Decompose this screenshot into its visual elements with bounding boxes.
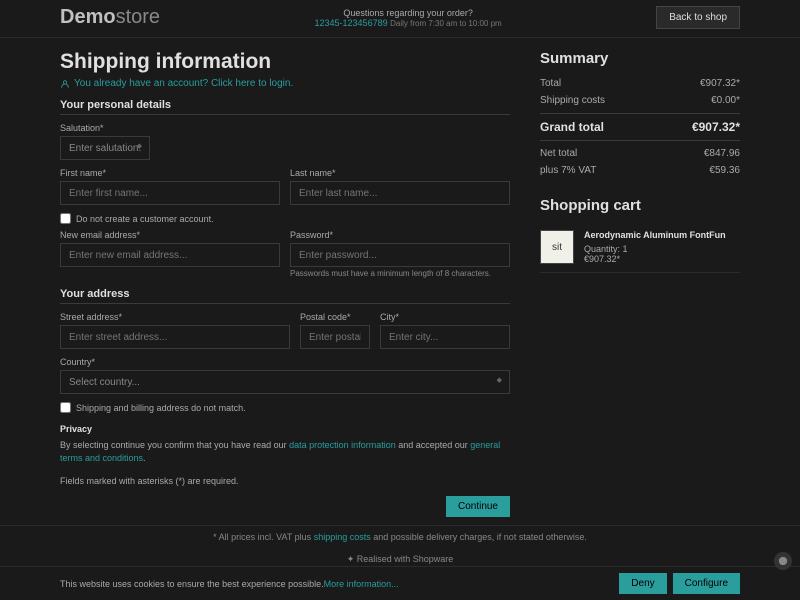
password-hint: Passwords must have a minimum length of … [290, 269, 510, 278]
logo[interactable]: Demostore [60, 6, 160, 29]
privacy-text: Privacy By selecting continue you confir… [60, 423, 510, 466]
cart-item-image: sit [540, 230, 574, 264]
country-label: Country* [60, 357, 510, 367]
country-select[interactable]: Select country... [60, 370, 510, 394]
lastname-input[interactable] [290, 181, 510, 205]
street-label: Street address* [60, 312, 290, 322]
summary-title: Summary [540, 50, 740, 67]
password-label: Password* [290, 230, 510, 240]
firstname-label: First name* [60, 168, 280, 178]
cookie-deny-button[interactable]: Deny [619, 573, 666, 594]
chat-icon [778, 556, 788, 566]
lastname-label: Last name* [290, 168, 510, 178]
continue-button[interactable]: Continue [446, 496, 510, 517]
footer-prices: * All prices incl. VAT plus shipping cos… [0, 525, 800, 548]
data-protection-link[interactable]: data protection information [289, 440, 396, 450]
help-badge[interactable] [774, 552, 792, 570]
summary-vat: plus 7% VAT€59.36 [540, 162, 740, 179]
salutation-select[interactable]: Enter salutation... [60, 136, 150, 160]
user-icon [60, 79, 70, 89]
required-note: Fields marked with asterisks (*) are req… [60, 476, 510, 486]
cart-item-name: Aerodynamic Aluminum FontFun [584, 230, 726, 240]
postal-input[interactable] [300, 325, 370, 349]
postal-label: Postal code* [300, 312, 370, 322]
password-input[interactable] [290, 243, 510, 267]
cookie-more-link[interactable]: More information... [324, 579, 399, 589]
email-label: New email address* [60, 230, 280, 240]
back-to-shop-button[interactable]: Back to shop [656, 6, 740, 29]
page-title: Shipping information [60, 50, 510, 74]
diff-address-checkbox[interactable]: Shipping and billing address do not matc… [60, 402, 510, 413]
cart-item-price: €907.32* [584, 254, 726, 264]
city-label: City* [380, 312, 510, 322]
no-account-checkbox[interactable]: Do not create a customer account. [60, 213, 510, 224]
salutation-label: Salutation* [60, 123, 150, 133]
street-input[interactable] [60, 325, 290, 349]
summary-total: Total€907.32* [540, 75, 740, 92]
summary-grandtotal: Grand total€907.32* [540, 113, 740, 141]
firstname-input[interactable] [60, 181, 280, 205]
summary-shipping: Shipping costs€0.00* [540, 92, 740, 109]
city-input[interactable] [380, 325, 510, 349]
cart-item: sit Aerodynamic Aluminum FontFun Quantit… [540, 222, 740, 273]
section-personal: Your personal details [60, 99, 510, 115]
cookie-bar: This website uses cookies to ensure the … [0, 566, 800, 600]
phone-link[interactable]: 12345-123456789 [315, 18, 388, 28]
cart-title: Shopping cart [540, 197, 740, 214]
summary-net: Net total€847.96 [540, 145, 740, 162]
login-link[interactable]: You already have an account? Click here … [60, 78, 510, 89]
shipping-costs-link[interactable]: shipping costs [314, 532, 371, 542]
email-input[interactable] [60, 243, 280, 267]
cart-item-qty: Quantity: 1 [584, 244, 726, 254]
cookie-configure-button[interactable]: Configure [673, 573, 740, 594]
order-question: Questions regarding your order? 12345-12… [160, 6, 656, 28]
section-address: Your address [60, 288, 510, 304]
